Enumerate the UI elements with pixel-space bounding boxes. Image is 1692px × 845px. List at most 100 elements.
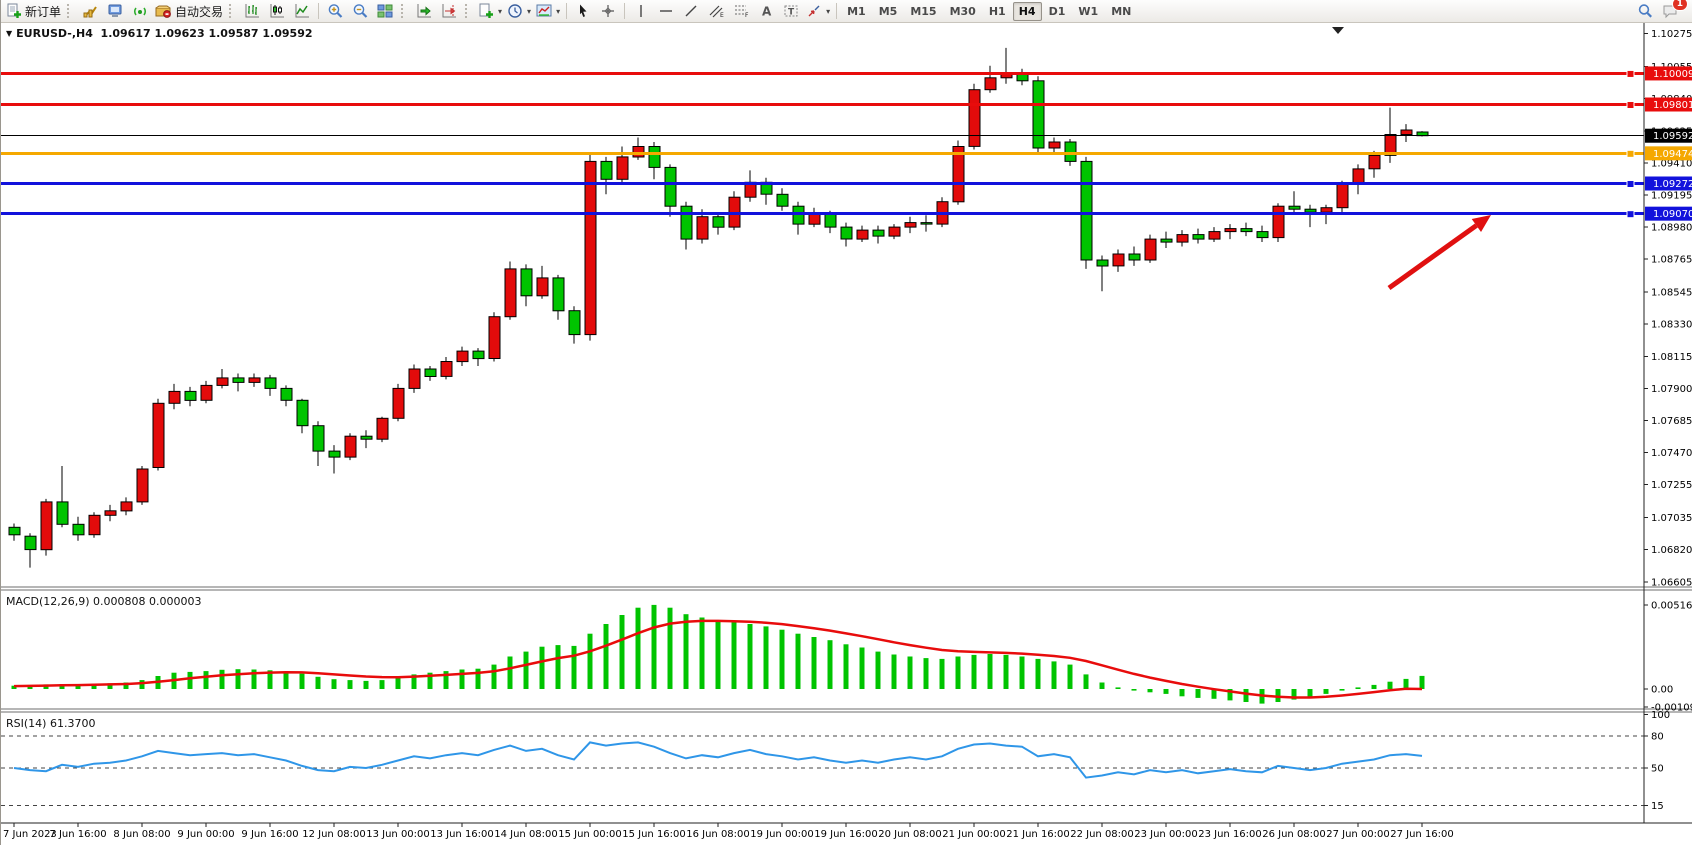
hline-handle[interactable] bbox=[1627, 181, 1634, 188]
zoom-in-button[interactable] bbox=[323, 1, 347, 21]
chart-shift-button[interactable] bbox=[437, 1, 461, 21]
market-watch-button[interactable] bbox=[78, 1, 102, 21]
tile-windows-button[interactable] bbox=[373, 1, 397, 21]
auto-trading-label: 自动交易 bbox=[175, 3, 223, 20]
bull-candle bbox=[201, 385, 212, 400]
macd-bar bbox=[668, 608, 673, 689]
candlestick-mode-button[interactable] bbox=[265, 1, 289, 21]
bear-candle bbox=[553, 278, 564, 311]
axis-label: 1.07685 bbox=[1651, 416, 1692, 427]
macd-bar bbox=[572, 646, 577, 689]
arrows-tool-icon bbox=[806, 3, 822, 19]
auto-scroll-button[interactable] bbox=[412, 1, 436, 21]
cursor-tool-button[interactable] bbox=[571, 1, 595, 21]
macd-bar bbox=[1100, 683, 1105, 690]
candlestick-series bbox=[9, 48, 1428, 568]
text-label-tool-button[interactable]: T bbox=[779, 1, 803, 21]
bull-candle bbox=[969, 90, 980, 147]
bull-candle bbox=[41, 502, 52, 550]
auto-trading-button[interactable]: 自动交易 bbox=[153, 1, 225, 21]
macd-bar bbox=[1356, 687, 1361, 689]
trend-arrow-annotation[interactable] bbox=[1389, 225, 1476, 288]
zoom-out-button[interactable] bbox=[348, 1, 372, 21]
collapse-triangle-icon[interactable]: ▼ bbox=[6, 29, 12, 38]
axis-label: 1.09474 bbox=[1653, 149, 1692, 160]
axis-label: 8 Jun 08:00 bbox=[113, 829, 170, 840]
channel-tool-button[interactable]: E bbox=[704, 1, 728, 21]
bull-candle bbox=[585, 161, 596, 334]
text-tool-button[interactable]: A bbox=[754, 1, 778, 21]
chart-canvas[interactable]: 1.102751.100551.098401.096251.094101.091… bbox=[1, 23, 1692, 845]
zoom-in-icon bbox=[327, 3, 344, 19]
templates-button[interactable]: ▾ bbox=[534, 1, 562, 21]
timeframe-m30-button[interactable]: M30 bbox=[944, 2, 982, 21]
timeframe-m1-button[interactable]: M1 bbox=[841, 2, 872, 21]
new-order-button[interactable]: 新订单 bbox=[4, 1, 63, 21]
axis-label: 50 bbox=[1651, 764, 1664, 775]
bear-candle bbox=[281, 388, 292, 400]
notification-badge: 1 bbox=[1672, 0, 1688, 11]
arrows-tool-button[interactable]: ▾ bbox=[804, 1, 832, 21]
terminal-button[interactable] bbox=[103, 1, 127, 21]
bar-chart-icon bbox=[244, 3, 260, 19]
hline-handle[interactable] bbox=[1627, 211, 1634, 218]
macd-bar bbox=[828, 640, 833, 689]
timeframe-mn-button[interactable]: MN bbox=[1105, 2, 1137, 21]
trendline-tool-button[interactable] bbox=[679, 1, 703, 21]
bull-candle bbox=[729, 197, 740, 227]
timeframe-w1-button[interactable]: W1 bbox=[1072, 2, 1104, 21]
timeframe-h1-button[interactable]: H1 bbox=[983, 2, 1012, 21]
timeframe-d1-button[interactable]: D1 bbox=[1043, 2, 1072, 21]
macd-bar bbox=[1196, 689, 1201, 698]
bull-candle bbox=[1273, 206, 1284, 237]
bear-candle bbox=[25, 536, 36, 549]
axis-label: 9 Jun 00:00 bbox=[177, 829, 234, 840]
signals-button[interactable] bbox=[128, 1, 152, 21]
line-chart-mode-button[interactable] bbox=[290, 1, 314, 21]
timeframe-m15-button[interactable]: M15 bbox=[904, 2, 942, 21]
rsi-indicator-label: RSI(14) 61.3700 bbox=[6, 717, 95, 730]
timeframe-m5-button[interactable]: M5 bbox=[873, 2, 904, 21]
hline-handle[interactable] bbox=[1627, 70, 1634, 77]
new-order-icon bbox=[6, 3, 22, 19]
bar-chart-mode-button[interactable] bbox=[240, 1, 264, 21]
bull-candle bbox=[249, 378, 260, 383]
bear-candle bbox=[601, 161, 612, 179]
timeframe-h4-button[interactable]: H4 bbox=[1013, 2, 1042, 21]
fibonacci-tool-button[interactable]: F bbox=[729, 1, 753, 21]
macd-bar bbox=[300, 674, 305, 689]
macd-bar bbox=[236, 669, 241, 689]
bull-candle bbox=[857, 230, 868, 239]
macd-bar bbox=[636, 608, 641, 689]
axis-label: 1.07035 bbox=[1651, 513, 1692, 524]
hline-handle[interactable] bbox=[1627, 150, 1634, 157]
high-value: 1.09623 bbox=[155, 27, 205, 40]
axis-label: 27 Jun 00:00 bbox=[1326, 829, 1390, 840]
toolbar-separator bbox=[836, 3, 837, 19]
macd-bar bbox=[204, 671, 209, 689]
axis-label: 15 bbox=[1651, 801, 1664, 812]
bull-candle bbox=[1337, 184, 1348, 208]
crosshair-tool-button[interactable] bbox=[596, 1, 620, 21]
bear-candle bbox=[825, 214, 836, 227]
vertical-line-tool-button[interactable] bbox=[629, 1, 653, 21]
open-value: 1.09617 bbox=[101, 27, 151, 40]
search-button[interactable] bbox=[1633, 1, 1657, 21]
macd-bar bbox=[492, 665, 497, 689]
chart-shift-marker-icon[interactable] bbox=[1332, 27, 1344, 34]
community-chat-button[interactable]: 1 bbox=[1658, 1, 1682, 21]
chart-window[interactable]: 1.102751.100551.098401.096251.094101.091… bbox=[1, 23, 1692, 845]
horizontal-line-tool-button[interactable] bbox=[654, 1, 678, 21]
toolbar-grip bbox=[67, 4, 74, 18]
macd-signal-value: 0.000003 bbox=[149, 595, 202, 608]
bear-candle bbox=[1193, 235, 1204, 240]
bear-candle bbox=[57, 502, 68, 524]
hline-handle[interactable] bbox=[1627, 102, 1634, 109]
axis-label: 1.08980 bbox=[1651, 223, 1692, 234]
market-watch-icon bbox=[82, 3, 98, 19]
svg-text:E: E bbox=[720, 12, 724, 19]
bear-candle bbox=[1081, 161, 1092, 260]
profiles-button[interactable]: ▾ bbox=[476, 1, 504, 21]
period-button[interactable]: ▾ bbox=[505, 1, 533, 21]
dropdown-arrow-icon: ▾ bbox=[826, 7, 830, 16]
